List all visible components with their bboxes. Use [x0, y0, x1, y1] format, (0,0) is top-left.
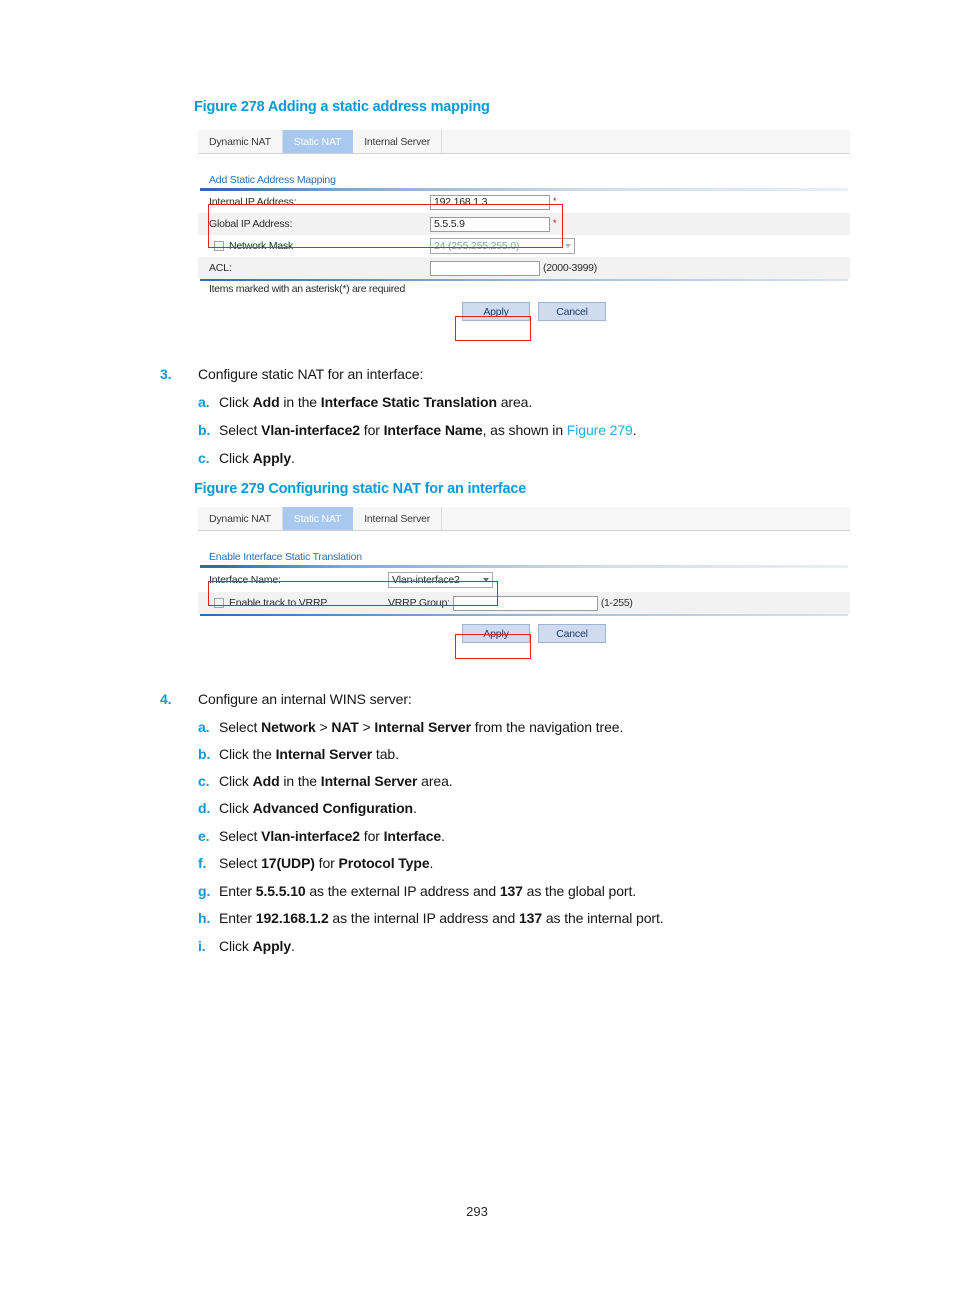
step-3a-text: Click Add in the Interface Static Transl…: [219, 394, 533, 410]
add-static-address-mapping-label: Add Static Address Mapping: [209, 174, 336, 186]
track-vrrp-checkbox[interactable]: Enable track to VRRP: [198, 597, 388, 609]
row-global-ip: Global IP Address: 5.5.5.9 *: [198, 213, 850, 235]
interface-name-label: Interface Name:: [209, 574, 281, 586]
step-4i-letter: i.: [198, 938, 206, 954]
figure-279-buttons: Apply Cancel: [218, 616, 850, 653]
network-mask-checkbox[interactable]: Network Mask: [198, 240, 430, 252]
step-4h-letter: h.: [198, 910, 211, 926]
global-ip-input[interactable]: 5.5.5.9: [430, 216, 550, 232]
vrrp-group-input[interactable]: [452, 595, 598, 611]
step-4g-letter: g.: [198, 883, 211, 899]
tabbar-filler: [442, 130, 850, 153]
step-4a-letter: a.: [198, 719, 210, 735]
step-3c-letter: c.: [198, 450, 210, 466]
row-network-mask: Network Mask 24 (255.255.255.0): [198, 235, 850, 257]
tab-dynamic-nat[interactable]: Dynamic NAT: [198, 507, 283, 530]
checkbox-icon: [214, 241, 224, 251]
enable-interface-static-translation-label: Enable Interface Static Translation: [209, 551, 362, 563]
vrrp-group-label: VRRP Group:: [388, 597, 450, 609]
tab-dynamic-nat[interactable]: Dynamic NAT: [198, 130, 283, 153]
step-3a-letter: a.: [198, 394, 210, 410]
tabbar-filler: [442, 507, 850, 530]
apply-button[interactable]: Apply: [462, 302, 530, 321]
checkbox-icon: [214, 598, 224, 608]
acl-range-hint: (2000-3999): [543, 262, 597, 274]
internal-ip-label: Internal IP Address:: [209, 196, 297, 208]
step-4g-text: Enter 5.5.5.10 as the external IP addres…: [219, 883, 637, 899]
tab-static-nat[interactable]: Static NAT: [282, 130, 354, 153]
step-3-title: Configure static NAT for an interface:: [198, 366, 424, 382]
step-4i-text: Click Apply.: [219, 938, 295, 954]
step-3-number: 3.: [160, 366, 172, 382]
step-4f-text: Select 17(UDP) for Protocol Type.: [219, 855, 434, 871]
required-fields-note: Items marked with an asterisk(*) are req…: [209, 283, 405, 295]
step-4d-text: Click Advanced Configuration.: [219, 800, 417, 816]
track-vrrp-label: Enable track to VRRP: [229, 597, 328, 609]
figure-279-tabbar: Dynamic NAT Static NAT Internal Server: [198, 507, 850, 531]
vrrp-group-range-hint: (1-255): [600, 597, 633, 609]
figure-278-screenshot: Dynamic NAT Static NAT Internal Server A…: [198, 130, 850, 341]
cancel-button[interactable]: Cancel: [538, 624, 606, 643]
row-acl: ACL: (2000-3999): [198, 257, 850, 279]
step-3c-text: Click Apply.: [219, 450, 295, 466]
step-4b-letter: b.: [198, 746, 211, 762]
interface-name-select[interactable]: Vlan-interface2: [388, 572, 493, 588]
tab-internal-server[interactable]: Internal Server: [353, 507, 443, 530]
step-4e-letter: e.: [198, 828, 210, 844]
figure-279-screenshot: Dynamic NAT Static NAT Internal Server E…: [198, 507, 850, 659]
step-4e-text: Select Vlan-interface2 for Interface.: [219, 828, 445, 844]
tab-internal-server[interactable]: Internal Server: [353, 130, 443, 153]
step-4d-letter: d.: [198, 800, 211, 816]
chevron-down-icon: [483, 578, 489, 582]
global-ip-label: Global IP Address:: [209, 218, 293, 230]
figure-278-caption: Figure 278 Adding a static address mappi…: [194, 99, 490, 115]
network-mask-value: 24 (255.255.255.0): [434, 240, 520, 252]
internal-ip-input[interactable]: 192.168.1.3: [430, 194, 550, 210]
required-asterisk: *: [553, 195, 557, 206]
step-4h-text: Enter 192.168.1.2 as the internal IP add…: [219, 910, 664, 926]
figure-278-tabbar: Dynamic NAT Static NAT Internal Server: [198, 130, 850, 154]
figure-278-buttons: Apply Cancel: [218, 295, 850, 331]
step-4f-letter: f.: [198, 855, 207, 871]
required-asterisk: *: [553, 217, 557, 228]
figure-279-caption: Figure 279 Configuring static NAT for an…: [194, 481, 527, 497]
step-4c-text: Click Add in the Internal Server area.: [219, 773, 453, 789]
step-4-title: Configure an internal WINS server:: [198, 691, 412, 707]
step-4c-letter: c.: [198, 773, 210, 789]
acl-label: ACL:: [209, 262, 232, 274]
step-4a-text: Select Network > NAT > Internal Server f…: [219, 719, 624, 735]
network-mask-select[interactable]: 24 (255.255.255.0): [430, 238, 575, 254]
step-4-number: 4.: [160, 691, 172, 707]
tab-static-nat[interactable]: Static NAT: [282, 507, 354, 530]
step-3b-letter: b.: [198, 422, 211, 438]
figure-278-body: Add Static Address Mapping Internal IP A…: [198, 154, 850, 331]
figure-279-body: Enable Interface Static Translation Inte…: [198, 531, 850, 653]
acl-input[interactable]: [430, 260, 540, 276]
chevron-down-icon: [565, 244, 571, 248]
row-vrrp: Enable track to VRRP VRRP Group: (1-255): [198, 592, 850, 614]
row-interface-name: Interface Name: Vlan-interface2: [198, 568, 850, 592]
document-page: Figure 278 Adding a static address mappi…: [0, 0, 954, 1296]
apply-button[interactable]: Apply: [462, 624, 530, 643]
interface-name-value: Vlan-interface2: [392, 574, 460, 586]
step-3b-text: Select Vlan-interface2 for Interface Nam…: [219, 422, 637, 438]
page-number: 293: [466, 1204, 488, 1219]
network-mask-label: Network Mask: [229, 240, 294, 252]
step-4b-text: Click the Internal Server tab.: [219, 746, 399, 762]
cancel-button[interactable]: Cancel: [538, 302, 606, 321]
row-internal-ip: Internal IP Address: 192.168.1.3 *: [198, 191, 850, 213]
